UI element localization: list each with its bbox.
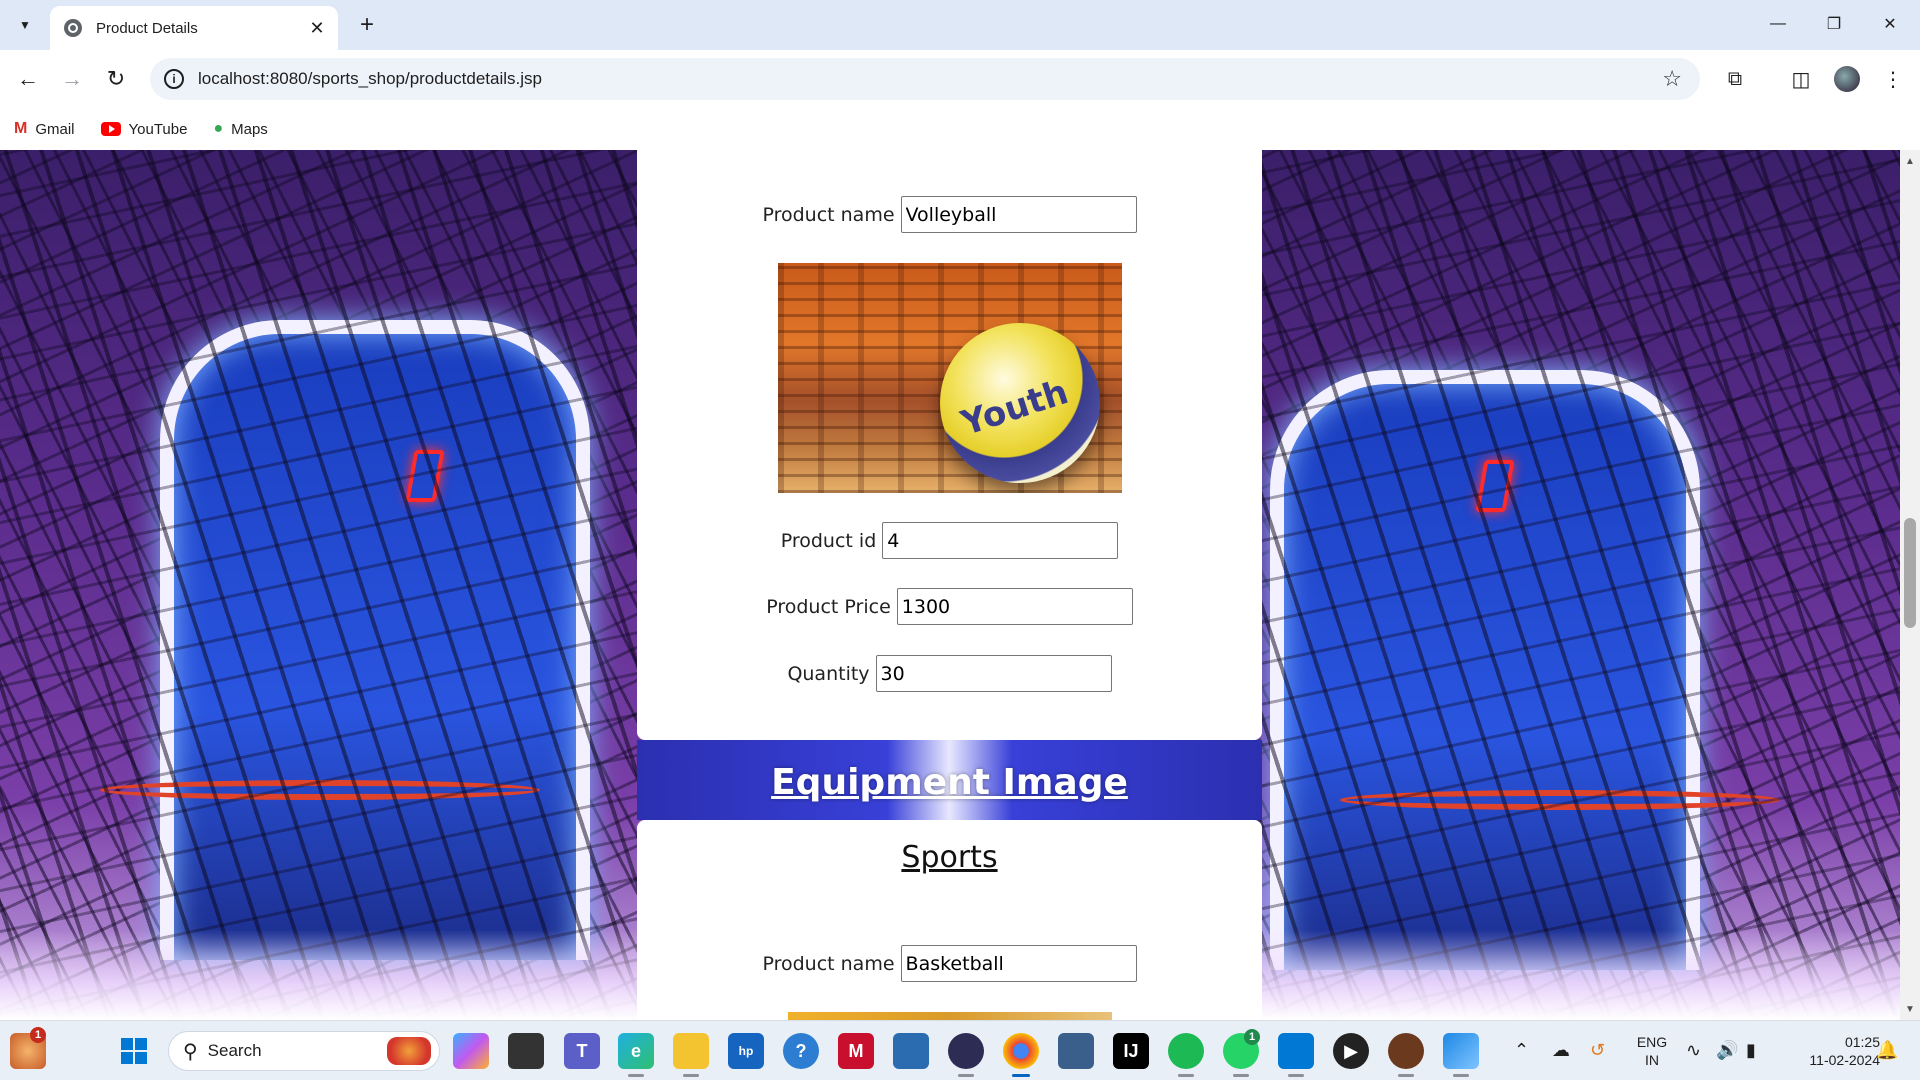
product-image-volleyball: Youth [778, 263, 1122, 493]
search-highlight-icon [387, 1037, 431, 1065]
product-name-label: Product name [762, 203, 895, 226]
task-view-icon[interactable] [508, 1033, 544, 1069]
bookmark-label: Maps [231, 120, 268, 138]
bookmark-label: YouTube [128, 120, 188, 138]
category-title[interactable]: Sports [637, 840, 1262, 875]
product-id-label: Product id [780, 529, 877, 552]
youtube-icon [100, 122, 121, 136]
tab-search-button[interactable]: ▼ [10, 10, 40, 40]
volume-icon[interactable]: 🔊 [1716, 1040, 1738, 1061]
gmail-icon: M [14, 120, 28, 137]
whatsapp-badge: 1 [1244, 1029, 1260, 1045]
start-button[interactable] [116, 1033, 152, 1069]
product-price-label: Product Price [766, 595, 891, 618]
vscode-icon[interactable] [1278, 1033, 1314, 1069]
menu-kebab-icon[interactable]: ⋮ [1878, 64, 1908, 94]
extensions-icon[interactable]: ⧉ [1720, 64, 1750, 94]
chevron-up-icon[interactable]: ⌃ [1514, 1040, 1529, 1061]
address-bar[interactable]: i localhost:8080/sports_shop/productdeta… [150, 58, 1700, 100]
scroll-thumb[interactable] [1904, 518, 1916, 628]
media-player-icon[interactable]: ▶ [1333, 1033, 1369, 1069]
eclipse-icon[interactable] [948, 1033, 984, 1069]
store-icon[interactable] [893, 1033, 929, 1069]
spotify-icon[interactable] [1168, 1033, 1204, 1069]
product-price-field[interactable] [896, 588, 1133, 625]
game-icon[interactable] [1388, 1033, 1424, 1069]
back-button[interactable]: ← [12, 63, 44, 95]
quantity-field[interactable] [875, 655, 1112, 692]
url-text[interactable]: localhost:8080/sports_shop/productdetail… [198, 69, 1662, 89]
minimize-button[interactable]: — [1756, 8, 1800, 40]
page-viewport: Product name Youth Product id Product Pr… [0, 150, 1900, 1020]
bookmarks-bar: M Gmail YouTube ● Maps [0, 108, 1920, 150]
copilot-icon[interactable] [453, 1033, 489, 1069]
bookmark-youtube[interactable]: YouTube [100, 120, 188, 138]
scroll-up-arrow[interactable]: ▲ [1900, 152, 1920, 170]
tab-title: Product Details [96, 19, 198, 37]
product-card-volleyball: Product name Youth Product id Product Pr… [637, 150, 1262, 740]
side-panel-icon[interactable]: ◫ [1786, 64, 1816, 94]
taskbar-search[interactable]: ⚲ Search [168, 1031, 440, 1071]
forward-button[interactable]: → [56, 63, 88, 95]
chrome-icon[interactable] [1003, 1033, 1039, 1069]
search-placeholder: Search [207, 1041, 262, 1060]
bookmark-star-icon[interactable]: ☆ [1662, 66, 1682, 92]
tab-product-details[interactable]: Product Details ✕ [50, 6, 338, 50]
product-card-basketball: Sports Product name [637, 820, 1262, 1020]
maps-icon: ● [213, 120, 224, 137]
clock[interactable]: 01:25 11-02-2024 [1780, 1033, 1880, 1069]
windows-taskbar: 1 ⚲ Search T e hp ? M IJ 1 ▶ ⌃ ☁ ↺ ENG I… [0, 1020, 1920, 1080]
file-explorer-icon[interactable] [673, 1033, 709, 1069]
time-text: 01:25 [1844, 1034, 1880, 1050]
profile-avatar[interactable] [1832, 64, 1862, 94]
globe-icon [64, 19, 82, 37]
product-name-label: Product name [762, 952, 895, 975]
restore-button[interactable]: ❐ [1812, 8, 1856, 40]
help-icon[interactable]: ? [783, 1033, 819, 1069]
quantity-row: Quantity [637, 655, 1262, 692]
onedrive-icon[interactable]: ☁ [1552, 1040, 1570, 1061]
browser-toolbar: ← → ↻ i localhost:8080/sports_shop/produ… [0, 50, 1920, 108]
product-name-row: Product name [637, 945, 1262, 982]
wifi-icon[interactable]: ∿ [1686, 1040, 1701, 1061]
new-tab-button[interactable]: + [352, 10, 382, 40]
page-scrollbar[interactable]: ▲ ▼ [1900, 150, 1920, 1020]
bookmark-maps[interactable]: ● Maps [213, 120, 267, 138]
tab-strip: ▼ Product Details ✕ + — ❐ ✕ [0, 0, 1920, 50]
reload-button[interactable]: ↻ [100, 63, 132, 95]
equipment-image-banner: Equipment Image [637, 740, 1262, 820]
site-info-icon[interactable]: i [164, 69, 184, 89]
mcafee-icon[interactable]: M [838, 1033, 874, 1069]
product-name-field[interactable] [900, 196, 1137, 233]
weather-badge: 1 [30, 1027, 46, 1043]
photos-icon[interactable] [1443, 1033, 1479, 1069]
mysql-workbench-icon[interactable] [1058, 1033, 1094, 1069]
battery-icon[interactable]: ▮ [1746, 1040, 1756, 1061]
edge-icon[interactable]: e [618, 1033, 654, 1069]
product-image-basketball [788, 1012, 1112, 1020]
content-column: Product name Youth Product id Product Pr… [637, 150, 1262, 1020]
date-text: 11-02-2024 [1809, 1052, 1880, 1068]
quantity-label: Quantity [787, 662, 870, 685]
scroll-down-arrow[interactable]: ▼ [1900, 1000, 1920, 1018]
search-icon: ⚲ [183, 1040, 198, 1063]
equipment-image-title[interactable]: Equipment Image [637, 762, 1262, 803]
teams-icon[interactable]: T [564, 1033, 600, 1069]
windows-logo-icon [121, 1038, 147, 1064]
product-id-field[interactable] [882, 522, 1119, 559]
product-id-row: Product id [637, 522, 1262, 559]
language-indicator[interactable]: ENG IN [1634, 1033, 1670, 1069]
bookmark-gmail[interactable]: M Gmail [14, 120, 75, 138]
product-name-row: Product name [637, 196, 1262, 233]
sync-icon[interactable]: ↺ [1590, 1040, 1605, 1061]
close-tab-icon[interactable]: ✕ [304, 15, 330, 41]
intellij-icon[interactable]: IJ [1113, 1033, 1149, 1069]
product-price-row: Product Price [637, 588, 1262, 625]
bookmark-label: Gmail [35, 120, 75, 138]
product-name-field[interactable] [900, 945, 1137, 982]
myhp-icon[interactable]: hp [728, 1033, 764, 1069]
chevron-down-icon: ▼ [19, 18, 31, 32]
notification-bell-icon[interactable]: 🔔 [1876, 1040, 1898, 1061]
close-window-button[interactable]: ✕ [1868, 8, 1912, 40]
